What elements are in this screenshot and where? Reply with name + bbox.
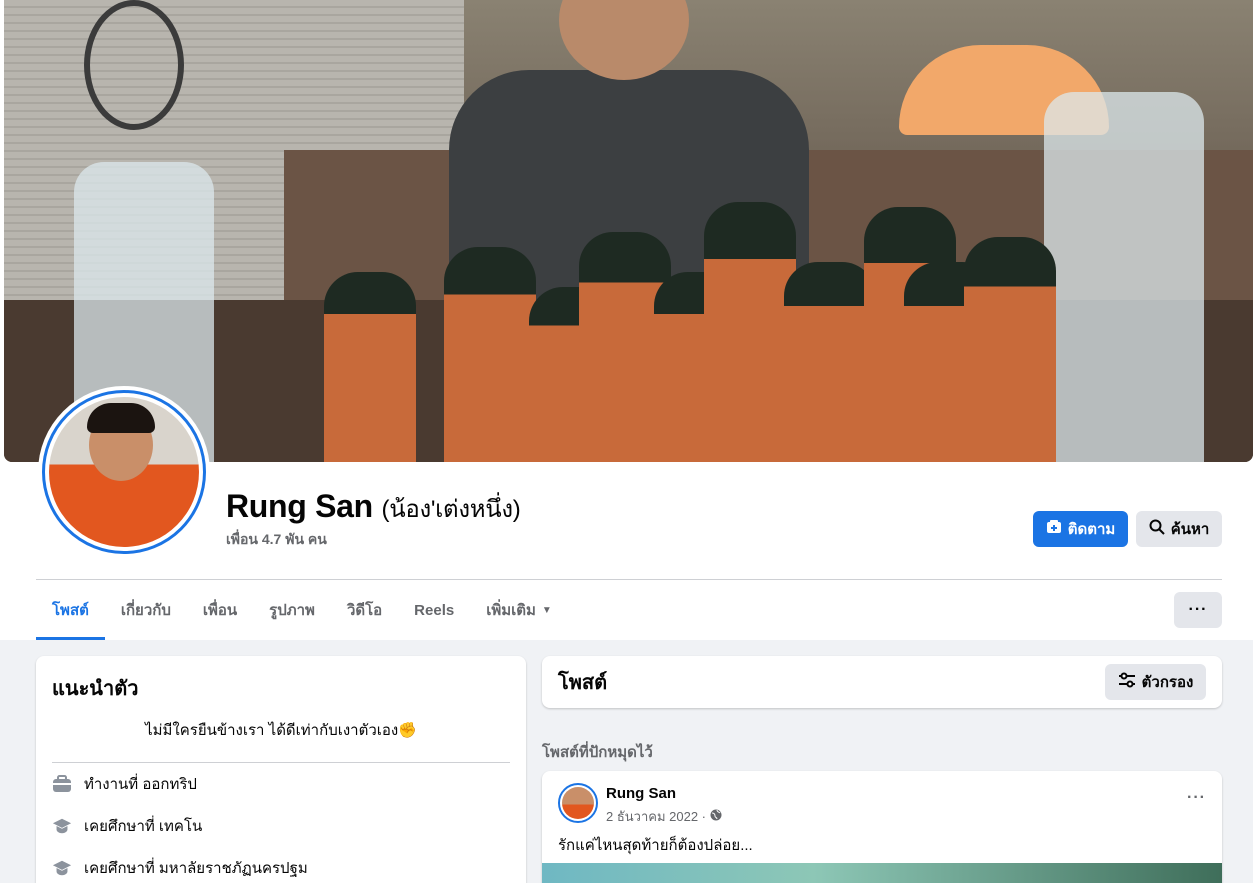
tab-posts[interactable]: โพสต์ xyxy=(36,580,105,640)
profile-header: Rung San (น้อง'เต่งหนึ่ง) เพื่อน 4.7 พัน… xyxy=(0,0,1253,640)
tab-friends-label: เพื่อน xyxy=(202,602,238,619)
profile-name-text: Rung San xyxy=(226,488,373,524)
cover-clear-bottle xyxy=(1044,92,1204,462)
intro-bio: ไม่มีใครยืนข้างเรา ได้ดีเท่ากับเงาตัวเอง… xyxy=(145,722,417,739)
tab-about-label: เกี่ยวกับ xyxy=(120,602,171,619)
pinned-posts-label: โพสต์ที่ปักหมุดไว้ xyxy=(542,744,653,761)
cover-bottle xyxy=(964,237,1056,462)
profile-tabs: โพสต์ เกี่ยวกับ เพื่อน รูปภาพ วิดีโอ Ree… xyxy=(36,580,568,640)
tab-about[interactable]: เกี่ยวกับ xyxy=(105,580,187,640)
posts-title: โพสต์ xyxy=(558,672,608,694)
post-image[interactable] xyxy=(542,863,1222,883)
cover-bottle xyxy=(444,247,536,462)
tab-friends[interactable]: เพื่อน xyxy=(187,580,253,640)
intro-card: แนะนำตัว ไม่มีใครยืนข้างเรา ได้ดีเท่ากับ… xyxy=(36,656,526,883)
tab-reels[interactable]: Reels xyxy=(398,580,470,640)
tab-photos[interactable]: รูปภาพ xyxy=(253,580,331,640)
follow-label: ติดตาม xyxy=(1067,521,1116,538)
post-author[interactable]: Rung San xyxy=(606,785,676,802)
intro-item-education-text: เคยศึกษาที่ มหาลัยราชภัฏนครปฐม xyxy=(84,860,308,877)
tab-videos-label: วิดีโอ xyxy=(346,602,383,619)
filter-icon xyxy=(1118,672,1136,692)
graduation-cap-icon xyxy=(52,858,72,878)
intro-item-education[interactable]: เคยศึกษาที่ เทคโน xyxy=(52,805,510,847)
cover-bottle xyxy=(784,262,876,462)
tab-posts-label: โพสต์ xyxy=(52,602,89,619)
intro-item-education[interactable]: เคยศึกษาที่ มหาลัยราชภัฏนครปฐม xyxy=(52,847,510,883)
intro-item-work-text: ทำงานที่ ออกทริป xyxy=(84,776,197,793)
more-options-button[interactable]: ··· xyxy=(1174,592,1222,628)
post-text: รักแค่ไหนสุดท้ายก็ต้องปล่อย... xyxy=(558,837,753,854)
cover-bottle xyxy=(324,272,416,462)
tab-photos-label: รูปภาพ xyxy=(269,602,315,619)
pinned-post: Rung San 2 ธันวาคม 2022 · ··· รักแค่ไหนส… xyxy=(542,771,1222,883)
post-date[interactable]: 2 ธันวาคม 2022 · xyxy=(606,806,706,827)
intro-title: แนะนำตัว xyxy=(52,678,139,700)
tab-videos[interactable]: วิดีโอ xyxy=(331,580,398,640)
profile-alt-name: (น้อง'เต่งหนึ่ง) xyxy=(381,496,521,523)
graduation-cap-icon xyxy=(52,816,72,836)
tab-more-label: เพิ่มเติม xyxy=(486,602,536,619)
filter-button[interactable]: ตัวกรอง xyxy=(1105,664,1206,700)
post-avatar[interactable] xyxy=(558,783,598,823)
follow-icon xyxy=(1046,519,1062,539)
cover-bottle xyxy=(704,202,796,462)
posts-header-card: โพสต์ ตัวกรอง xyxy=(542,656,1222,708)
briefcase-icon xyxy=(52,774,72,794)
follow-button[interactable]: ติดตาม xyxy=(1033,511,1128,547)
search-label: ค้นหา xyxy=(1170,521,1210,538)
post-meta: 2 ธันวาคม 2022 · xyxy=(606,806,722,827)
filter-label: ตัวกรอง xyxy=(1141,674,1194,691)
avatar-photo xyxy=(49,397,199,547)
profile-avatar[interactable] xyxy=(38,386,210,558)
friends-count[interactable]: เพื่อน 4.7 พัน คน xyxy=(226,529,327,551)
post-menu-button[interactable]: ··· xyxy=(1187,789,1206,807)
intro-item-education-text: เคยศึกษาที่ เทคโน xyxy=(84,818,203,835)
globe-icon xyxy=(710,809,722,824)
cover-person-head xyxy=(559,0,689,80)
search-icon xyxy=(1149,519,1165,539)
search-button[interactable]: ค้นหา xyxy=(1136,511,1222,547)
cover-photo[interactable] xyxy=(4,0,1253,462)
intro-item-work[interactable]: ทำงานที่ ออกทริป xyxy=(52,763,510,805)
caret-down-icon: ▼ xyxy=(541,604,552,616)
tab-more[interactable]: เพิ่มเติม ▼ xyxy=(470,580,568,640)
profile-name: Rung San (น้อง'เต่งหนึ่ง) xyxy=(226,488,521,528)
tab-reels-label: Reels xyxy=(414,601,455,619)
cover-fan xyxy=(84,0,184,130)
